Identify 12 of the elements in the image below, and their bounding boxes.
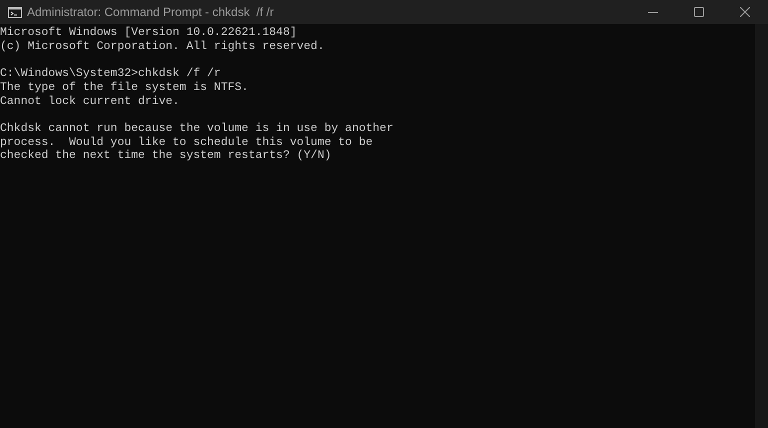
console-line: checked the next time the system restarts? (Y/N) [0,149,332,163]
console-line: Chkdsk cannot run because the volume is in use by another [0,122,394,136]
window-title: Administrator: Command Prompt - chkdsk /f /r [27,4,274,21]
close-icon [740,7,750,17]
console-line: (c) Microsoft Corporation. All rights reserved. [0,40,326,54]
console-line: process. Would you like to schedule this volume to be [0,136,374,150]
console-line: Cannot lock current drive. [0,94,180,108]
console-line: C:\Windows\System32>chkdsk /f /r [0,67,222,81]
terminal-icon [8,6,22,18]
console-line: Microsoft Windows [Version 10.0.22621.1848] [0,26,298,40]
maximize-icon [694,7,704,17]
console-line: The type of the file system is NTFS. [0,80,250,94]
